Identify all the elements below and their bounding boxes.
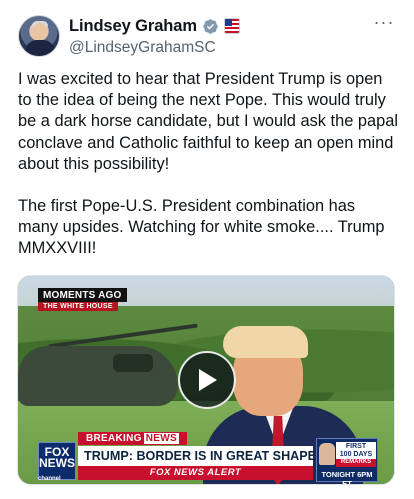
tweet-text: I was excited to hear that President Tru… [18, 69, 398, 260]
tweet-paragraph: I was excited to hear that President Tru… [18, 70, 398, 173]
display-name[interactable]: Lindsey Graham [69, 17, 197, 36]
play-icon [199, 369, 217, 391]
tweet-paragraph: The first Pope-U.S. President combinatio… [18, 197, 385, 258]
name-row: Lindsey Graham [69, 15, 240, 37]
video-player[interactable]: MOMENTS AGO THE WHITE HOUSE FOX NEWS BRE… [17, 275, 395, 485]
promo-badge: FIRST 100 DAYS REMARKS [336, 442, 376, 467]
moments-ago-label: MOMENTS AGO [38, 288, 127, 302]
tweet-header: Lindsey Graham @LindseyGrahamSC ··· [16, 13, 400, 59]
more-options-icon[interactable]: ··· [372, 13, 396, 35]
promo-bug: FIRST 100 DAYS REMARKS TONIGHT 6PM ET [316, 438, 378, 485]
location-label: THE WHITE HOUSE [38, 302, 118, 311]
tweet-card: Lindsey Graham @LindseyGrahamSC ··· I wa… [0, 0, 414, 499]
breaking-news-tag: BREAKING NEWS [78, 432, 187, 445]
fox-news-logo: FOX NEWS [38, 442, 76, 480]
promo-thumbnail [319, 443, 335, 465]
promo-time: TONIGHT 6PM ET [321, 470, 373, 485]
play-button[interactable] [178, 351, 236, 409]
user-handle[interactable]: @LindseyGrahamSC [69, 39, 216, 57]
chyron-headline: TRUMP: BORDER IS IN GREAT SHAPE [78, 446, 316, 466]
helicopter-window [113, 354, 153, 372]
news-chyron: FOX NEWS BREAKING NEWS TRUMP: BORDER IS I… [18, 430, 394, 485]
helicopter [18, 346, 178, 406]
verified-badge-icon[interactable] [202, 18, 219, 35]
avatar[interactable] [18, 15, 60, 57]
us-flag-icon [223, 18, 240, 34]
fox-channel-label: channel [38, 476, 61, 482]
fox-news-alert: FOX NEWS ALERT [78, 466, 313, 480]
